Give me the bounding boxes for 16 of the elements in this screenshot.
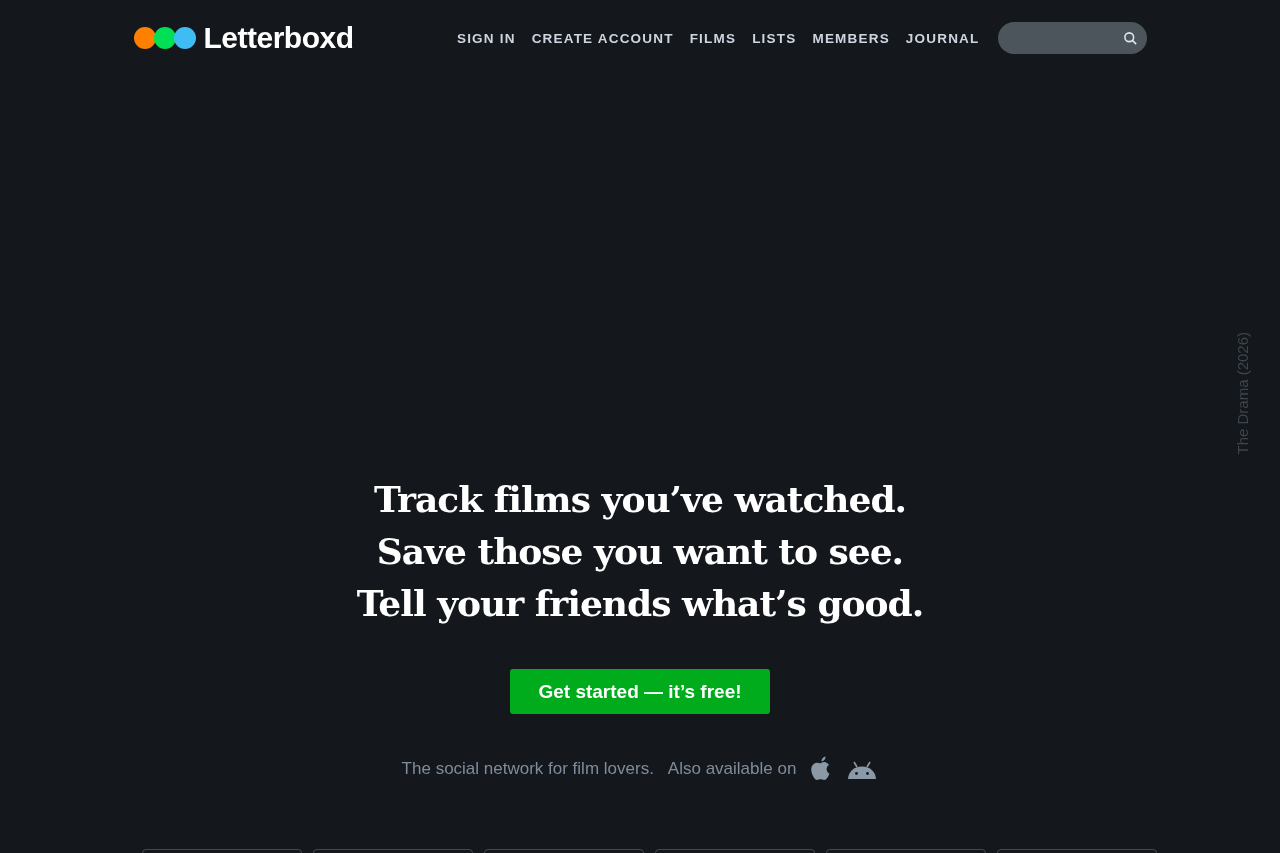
tagline: The social network for film lovers.: [401, 759, 654, 779]
search-icon: [1122, 30, 1138, 46]
nav-link[interactable]: FILMS: [689, 30, 737, 46]
android-icon[interactable]: [846, 759, 879, 779]
logo-icon[interactable]: [133, 26, 196, 50]
nav-link[interactable]: MEMBERS: [812, 30, 890, 46]
nav-link[interactable]: CREATE ACCOUNT: [531, 30, 674, 46]
hero-headline: Save those you want to see.: [376, 529, 904, 574]
logo-wordmark[interactable]: Letterboxd: [203, 21, 354, 55]
apps-label: Also available on: [667, 759, 797, 779]
hero-headline: Track films you’ve watched.: [373, 477, 907, 522]
hero-headline: Tell your friends what’s good.: [356, 581, 924, 626]
nav-link[interactable]: JOURNAL: [905, 30, 980, 46]
search-field[interactable]: [997, 22, 1147, 54]
nav-link[interactable]: SIGN IN: [456, 30, 516, 46]
nav-link[interactable]: LISTS: [752, 30, 797, 46]
